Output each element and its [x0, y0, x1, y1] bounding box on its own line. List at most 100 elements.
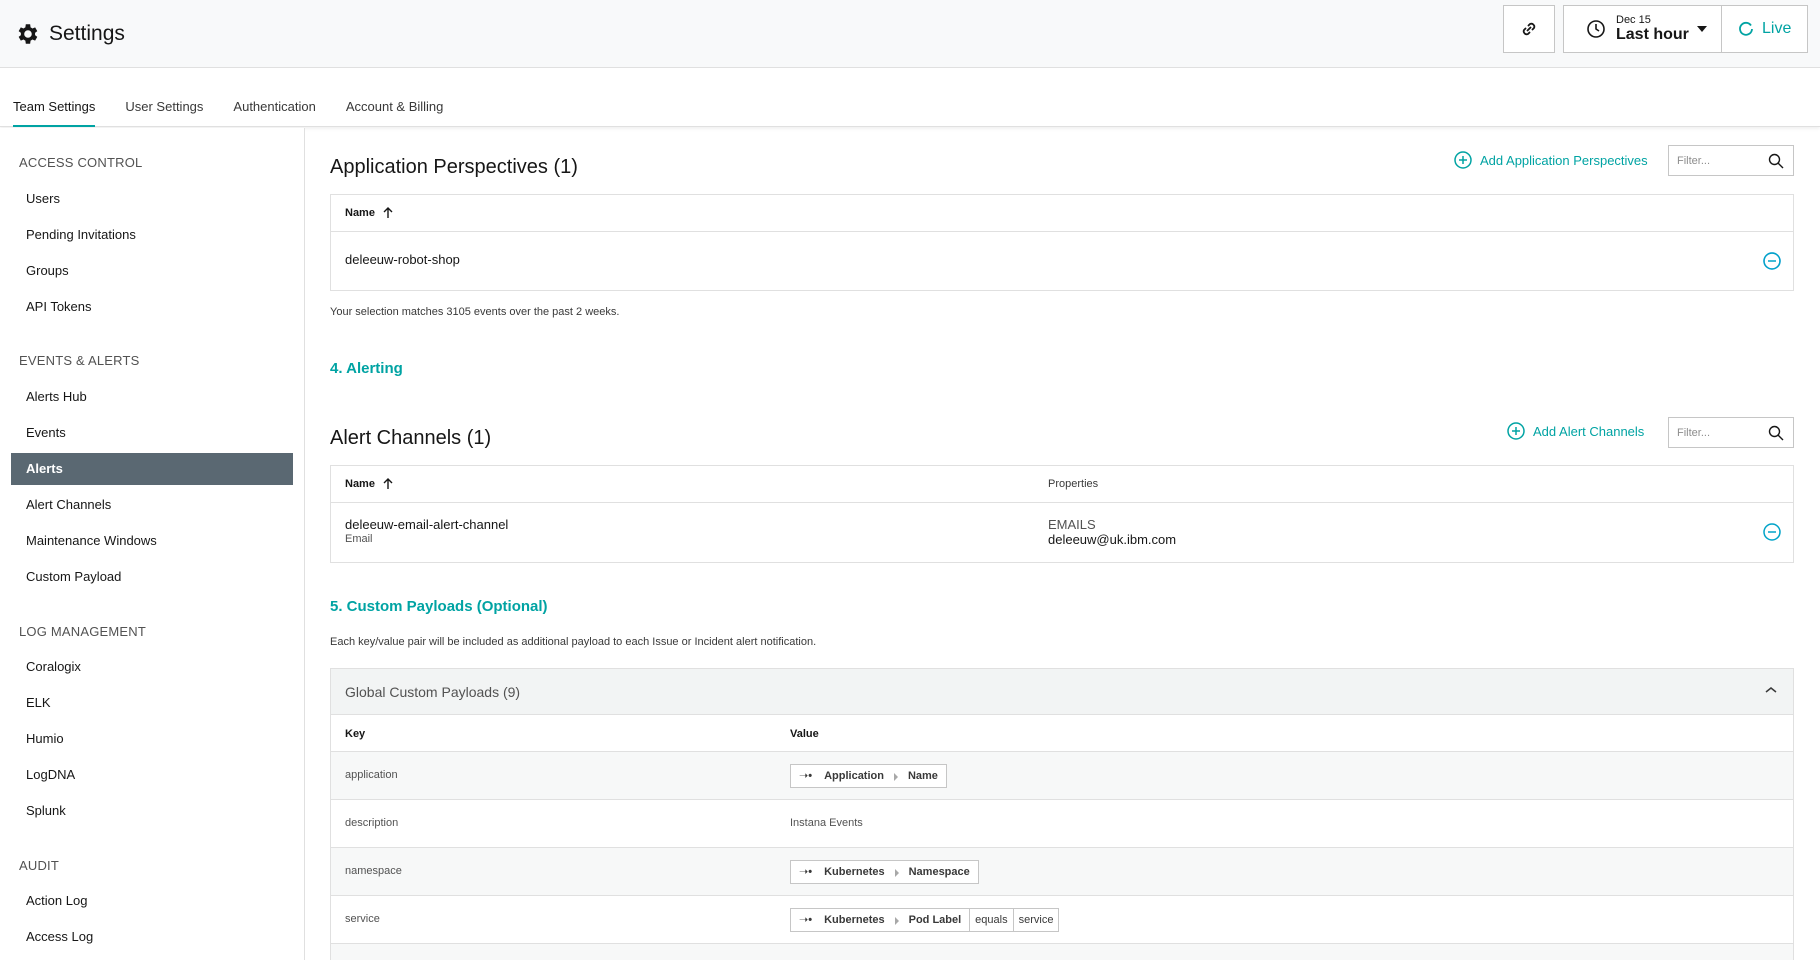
sort-ascending-icon [383, 207, 393, 218]
key-column-header: Key [345, 728, 366, 740]
live-label: Live [1762, 20, 1792, 37]
payload-row[interactable]: service ➝• Kubernetes Pod Label equals s… [331, 896, 1793, 944]
tag-field: Name [907, 770, 938, 782]
properties-column-header: Properties [1048, 478, 1099, 490]
alerting-step-title: 4. Alerting [330, 360, 403, 377]
payload-row[interactable]: application ➝• Application Name [331, 752, 1793, 800]
app-perspectives-filter-input[interactable] [1677, 154, 1765, 167]
sidebar-item-access-log[interactable]: Access Log [11, 921, 293, 953]
sidebar-item-alerts[interactable]: Alerts [11, 453, 293, 485]
main-content: Application Perspectives (1) Add Applica… [330, 128, 1794, 960]
sidebar-item-logdna[interactable]: LogDNA [11, 759, 293, 791]
property-key: EMAILS [1048, 517, 1096, 532]
global-custom-payloads-title: Global Custom Payloads (9) [345, 684, 521, 700]
alert-channel-properties: EMAILS deleeuw@uk.ibm.com [1048, 517, 1177, 548]
tab-account-billing[interactable]: Account & Billing [346, 99, 444, 126]
sort-ascending-icon [383, 478, 393, 489]
copy-link-button[interactable] [1503, 5, 1555, 53]
sidebar: ACCESS CONTROL Users Pending Invitations… [0, 128, 305, 960]
page-title: Settings [49, 21, 125, 45]
link-icon [1522, 22, 1536, 36]
tag-operator: equals [969, 909, 1012, 931]
sidebar-section-audit: AUDIT [19, 858, 59, 873]
app-perspectives-filter[interactable] [1668, 145, 1794, 176]
payload-value-text: Instana Events [790, 817, 863, 829]
tab-team-settings[interactable]: Team Settings [13, 99, 96, 127]
sidebar-item-groups[interactable]: Groups [11, 255, 293, 287]
property-value: deleeuw@uk.ibm.com [1048, 531, 1177, 547]
chevron-up-icon[interactable] [1765, 686, 1777, 694]
sidebar-item-alert-channels[interactable]: Alert Channels [11, 489, 293, 521]
payload-row-partial[interactable] [331, 944, 1793, 960]
tag-operand: service [1012, 909, 1059, 931]
chevron-right-icon [893, 909, 901, 931]
payload-key: description [345, 817, 399, 829]
entity-arrow-icon: ➝• [799, 866, 813, 878]
alert-channel-name[interactable]: deleeuw-email-alert-channel [345, 517, 508, 533]
add-application-perspectives-label: Add Application Perspectives [1480, 152, 1648, 168]
payload-value-tag[interactable]: ➝• Application Name [790, 764, 947, 788]
alert-channel-type: Email [345, 532, 373, 545]
sidebar-item-humio[interactable]: Humio [11, 723, 293, 755]
sidebar-section-access-control: ACCESS CONTROL [19, 155, 143, 170]
chevron-right-icon [893, 861, 901, 883]
remove-circle-icon[interactable] [1763, 252, 1781, 270]
alert-channels-filter-input[interactable] [1677, 426, 1765, 439]
selection-match-note: Your selection matches 3105 events over … [330, 306, 620, 318]
app-perspectives-title: Application Perspectives (1) [330, 156, 578, 178]
entity-arrow-icon: ➝• [799, 914, 813, 926]
alert-channels-filter[interactable] [1668, 417, 1794, 448]
name-column-header[interactable]: Name [345, 478, 393, 490]
live-toggle-button[interactable]: Live [1722, 5, 1808, 53]
name-column-label: Name [345, 207, 375, 219]
add-alert-channels-link[interactable]: Add Alert Channels [1507, 422, 1644, 440]
sidebar-section-log-management: LOG MANAGEMENT [19, 624, 147, 639]
sidebar-item-action-log[interactable]: Action Log [11, 885, 293, 917]
payload-key: service [345, 913, 380, 925]
remove-circle-icon[interactable] [1763, 523, 1781, 541]
tag-entity: Application [824, 770, 884, 782]
payload-row[interactable]: namespace ➝• Kubernetes Namespace [331, 848, 1793, 896]
payload-key: namespace [345, 865, 402, 877]
entity-arrow-icon: ➝• [799, 770, 813, 782]
sidebar-item-users[interactable]: Users [11, 183, 293, 215]
chevron-right-icon [892, 765, 900, 787]
sidebar-item-splunk[interactable]: Splunk [11, 795, 293, 827]
settings-tabs: Team Settings User Settings Authenticati… [0, 68, 1820, 127]
sidebar-item-pending-invitations[interactable]: Pending Invitations [11, 219, 293, 251]
global-custom-payloads-header[interactable]: Global Custom Payloads (9) [331, 669, 1793, 715]
search-icon [1768, 425, 1784, 441]
add-application-perspectives-link[interactable]: Add Application Perspectives [1454, 151, 1648, 169]
name-column-header[interactable]: Name [345, 207, 393, 219]
payload-row[interactable]: description Instana Events [331, 800, 1793, 848]
name-column-label: Name [345, 478, 375, 490]
table-row[interactable]: deleeuw-email-alert-channel Email EMAILS… [331, 503, 1793, 562]
tab-authentication[interactable]: Authentication [233, 99, 315, 126]
table-row[interactable]: deleeuw-robot-shop [331, 232, 1793, 290]
tag-entity: Kubernetes [824, 866, 885, 878]
app-perspective-name[interactable]: deleeuw-robot-shop [345, 252, 460, 267]
custom-payloads-step-title: 5. Custom Payloads (Optional) [330, 598, 548, 615]
payload-key: application [345, 769, 398, 781]
tab-user-settings[interactable]: User Settings [125, 99, 203, 126]
alert-channels-table: Name Properties deleeuw-email-alert-chan… [330, 465, 1794, 563]
alert-channels-title: Alert Channels (1) [330, 427, 492, 449]
sidebar-section-events-alerts: EVENTS & ALERTS [19, 353, 140, 368]
sidebar-item-custom-payload[interactable]: Custom Payload [11, 561, 293, 593]
sidebar-item-maintenance-windows[interactable]: Maintenance Windows [11, 525, 293, 557]
sidebar-item-events[interactable]: Events [11, 417, 293, 449]
refresh-spinner-icon [1739, 21, 1753, 36]
sidebar-item-alerts-hub[interactable]: Alerts Hub [11, 381, 293, 413]
sidebar-item-coralogix[interactable]: Coralogix [11, 651, 293, 683]
payload-value-tag[interactable]: ➝• Kubernetes Pod Label equals service [790, 908, 1060, 932]
sidebar-item-api-tokens[interactable]: API Tokens [11, 291, 293, 323]
value-column-header: Value [790, 728, 819, 740]
clock-icon [1587, 20, 1605, 38]
time-range-picker[interactable]: Dec 15 Last hour [1563, 5, 1722, 53]
plus-circle-icon [1454, 151, 1472, 169]
sidebar-item-elk[interactable]: ELK [11, 687, 293, 719]
add-alert-channels-label: Add Alert Channels [1533, 423, 1645, 439]
gear-icon [18, 23, 38, 44]
plus-circle-icon [1507, 422, 1525, 440]
payload-value-tag[interactable]: ➝• Kubernetes Namespace [790, 860, 979, 884]
